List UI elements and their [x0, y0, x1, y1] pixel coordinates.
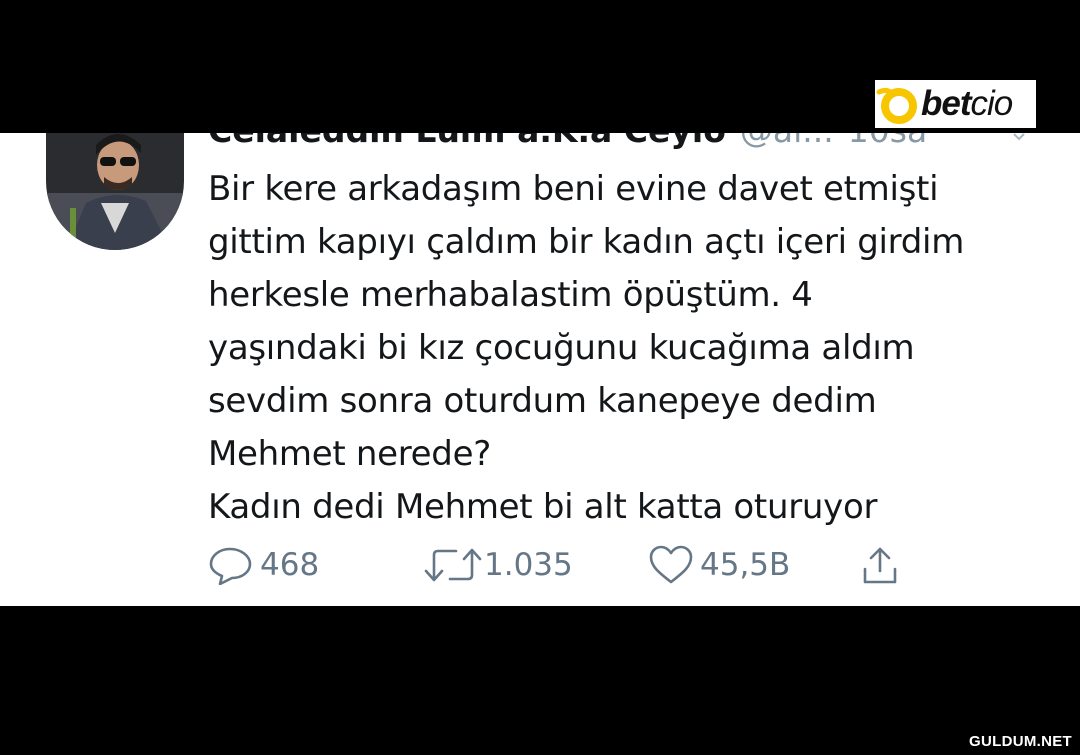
brand-mark-icon	[876, 87, 917, 124]
display-name[interactable]: Celaleddin Lumi a.K.a Ceylo	[208, 133, 726, 150]
retweet-icon	[424, 548, 482, 582]
tweet-text-line: yaşındaki bi kız çocuğunu kucağıma aldım	[208, 328, 915, 368]
brand-name-light: cio	[970, 84, 1014, 123]
tweet-text-line: herkesle merhabalastim öpüştüm. 4	[208, 275, 813, 315]
tweet-text: Bir kere arkadaşım beni evine davet etmi…	[208, 163, 1068, 534]
retweet-count: 1.035	[484, 547, 573, 583]
reply-button[interactable]: 468	[208, 545, 319, 585]
tweet-actions: 468 1.035 45,5B	[208, 545, 928, 585]
retweet-button[interactable]: 1.035	[422, 545, 573, 585]
user-handle[interactable]: @al...	[740, 133, 834, 150]
watermark: GULDUM.NET	[969, 733, 1072, 750]
tweet-text-line: sevdim sonra oturdum kanepeye dedim	[208, 381, 877, 421]
tweet-text-line: Kadın dedi Mehmet bi alt katta oturuyor	[208, 487, 878, 527]
brand-name-bold: bet	[921, 84, 971, 123]
tweet-text-line: Bir kere arkadaşım beni evine davet etmi…	[208, 169, 939, 209]
tweet-card[interactable]: Celaleddin Lumi a.K.a Ceylo @al... 10sa Bi…	[0, 133, 1080, 606]
like-button[interactable]: 45,5B	[648, 545, 790, 585]
chevron-down-icon[interactable]	[1013, 133, 1025, 141]
tweet-time[interactable]: 10sa	[848, 133, 927, 150]
tweet-header: Celaleddin Lumi a.K.a Ceylo @al... 10sa	[208, 133, 927, 150]
tweet-text-line: Mehmet nerede?	[208, 434, 491, 474]
tweet-text-line: gittim kapıyı çaldım bir kadın açtı içer…	[208, 222, 965, 262]
share-button[interactable]	[860, 545, 900, 585]
heart-icon	[649, 545, 693, 584]
share-icon	[863, 547, 897, 584]
reply-count: 468	[260, 547, 320, 583]
avatar[interactable]	[46, 133, 184, 250]
brand-logo: bet cio	[875, 80, 1036, 128]
reply-icon	[209, 547, 252, 585]
like-count: 45,5B	[700, 547, 791, 583]
